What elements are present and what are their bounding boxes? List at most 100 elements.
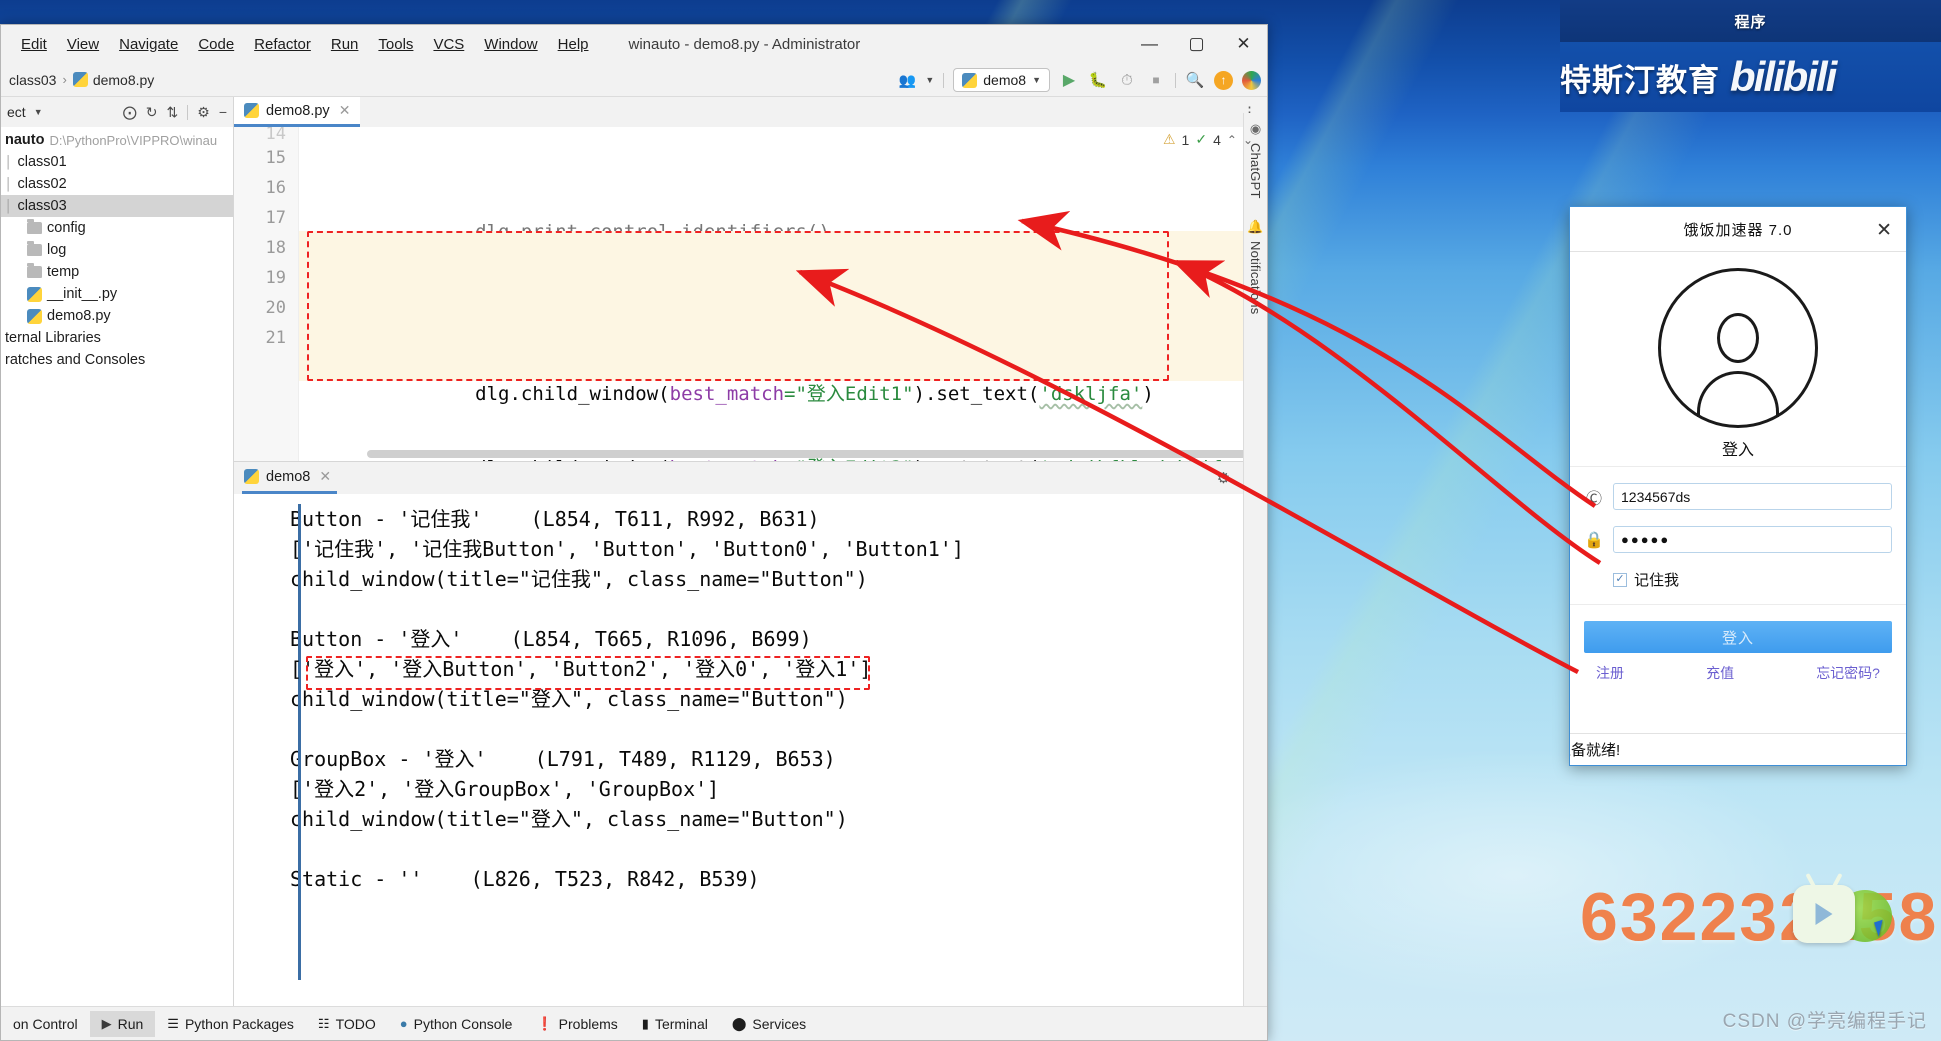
project-tree[interactable]: nauto D:\PythonPro\VIPPRO\winau │ class0… [1,127,233,1006]
bell-icon[interactable]: 🔔 [1247,219,1263,235]
dialog-links: 注册 充值 忘记密码? [1584,653,1892,683]
status-item-terminal[interactable]: ▮ Terminal [630,1011,720,1037]
user-icon[interactable]: 👥 [899,72,916,89]
tree-item-init-py[interactable]: __init__.py [1,283,233,305]
close-icon[interactable]: ✕ [1876,219,1892,242]
ide-status-bar: on Control ▶ Run ☰ Python Packages ☷ TOD… [1,1006,1267,1040]
debug-icon[interactable]: 🐛 [1088,71,1108,89]
breadcrumb-folder[interactable]: class03 [9,72,56,88]
dialog-status-bar: 准备就绪! [1570,733,1906,765]
username-input[interactable]: 1234567ds [1613,483,1892,510]
chevron-down-icon[interactable]: ▼ [925,75,934,85]
folder-icon [27,222,42,234]
right-tool-strip: ◉ ChatGPT 🔔 Notifications [1243,113,1267,1006]
menu-edit[interactable]: Edit [11,32,57,57]
tree-item-label: log [47,242,66,258]
status-item-python-console[interactable]: ● Python Console [388,1011,525,1037]
minimize-icon[interactable]: − [219,104,227,120]
code-editor[interactable]: 14 15 16 17 18 19 20 21 dlg.print_contro… [234,127,1267,461]
tree-item-log[interactable]: log [1,239,233,261]
chevron-down-icon[interactable]: ▼ [34,107,43,117]
inspection-widget[interactable]: ⚠ 1 ✓ 4 ⌃ ⌄ [1163,131,1253,148]
menu-view-label: View [67,36,99,53]
chevron-down-icon[interactable]: ⌄ [1243,133,1253,147]
remember-me-row[interactable]: ✓ 记住我 [1584,569,1892,590]
collapse-icon[interactable]: ↻ [146,104,158,121]
menu-vcs[interactable]: VCS [423,32,474,57]
tree-item-root[interactable]: nauto D:\PythonPro\VIPPRO\winau [1,129,233,151]
terminal-icon: ▮ [642,1016,649,1032]
menu-view[interactable]: View [57,32,109,57]
menu-code[interactable]: Code [188,32,244,57]
packages-icon: ☰ [167,1016,179,1032]
stop-icon[interactable]: ■ [1146,73,1166,87]
editor-tab-strip: demo8.py ✕ ⋮ [234,97,1267,127]
menu-navigate[interactable]: Navigate [109,32,188,57]
login-dialog-window[interactable]: 饿饭加速器 7.0 ✕ 登入 Ⓒ 1234567ds 🔒 ●●●●● ✓ 记住我 [1569,206,1907,766]
menu-tools[interactable]: Tools [368,32,423,57]
recharge-link[interactable]: 充值 [1706,663,1734,683]
code-token-string: 'dskljfa' [1039,383,1142,405]
search-icon[interactable]: 🔍 [1185,71,1205,89]
console-line [234,594,1267,624]
tab-demo8-py[interactable]: demo8.py ✕ [234,97,360,127]
tree-item-external-libraries[interactable]: ternal Libraries [1,327,233,349]
menu-help[interactable]: Help [548,32,599,57]
tool-tab-chatgpt[interactable]: ChatGPT [1248,143,1263,199]
browser-icon[interactable] [1242,71,1261,90]
menu-run[interactable]: Run [321,32,369,57]
tree-item-label: ternal Libraries [5,330,101,346]
tree-item-config[interactable]: config [1,217,233,239]
expand-icon[interactable]: ⇅ [167,104,179,121]
register-link[interactable]: 注册 [1596,663,1624,683]
breadcrumb-file[interactable]: demo8.py [73,72,154,88]
run-icon[interactable]: ▶ [1059,70,1079,90]
tree-root-path: D:\PythonPro\VIPPRO\winau [49,133,217,148]
tree-item-class01[interactable]: │ class01 [1,151,233,173]
password-input[interactable]: ●●●●● [1613,526,1892,553]
bilibili-logo: bilibili [1730,56,1835,98]
remember-me-checkbox[interactable]: ✓ [1613,573,1627,587]
update-icon[interactable]: ↑ [1214,71,1233,90]
status-item-version-control[interactable]: on Control [1,1011,90,1037]
close-icon[interactable]: ✕ [339,102,351,119]
locate-icon[interactable]: ⨀ [123,104,137,121]
code-token: dlg.child_window( [475,383,669,405]
tree-item-temp[interactable]: temp [1,261,233,283]
chevron-up-icon[interactable]: ⌃ [1227,133,1237,147]
tree-item-demo8-py[interactable]: demo8.py [1,305,233,327]
settings-icon[interactable]: ⚙ [197,104,210,121]
close-icon[interactable]: ✕ [319,468,331,485]
editor-horizontal-scrollbar[interactable] [367,450,1267,458]
minimize-button[interactable]: — [1126,25,1173,63]
tree-item-class03[interactable]: │ class03 [1,195,233,217]
python-config-icon [962,73,977,88]
at-icon: Ⓒ [1584,485,1604,509]
menu-help-label: Help [558,36,589,53]
menu-run-label: Run [331,36,359,53]
status-item-python-packages[interactable]: ☰ Python Packages [155,1011,306,1037]
line-number: 15 [234,143,298,173]
forgot-password-link[interactable]: 忘记密码? [1816,663,1880,683]
status-item-todo[interactable]: ☷ TODO [306,1011,388,1037]
console-header: demo8 ✕ ⚙ − [234,462,1267,494]
code-text-area[interactable]: dlg.print_control_identifiers() dlg.chil… [299,127,1267,461]
tree-item-class02[interactable]: │ class02 [1,173,233,195]
login-button[interactable]: 登入 [1584,621,1892,653]
settings-icon[interactable]: ⚙ [1217,469,1230,487]
coverage-icon[interactable]: ⏱ [1117,72,1137,89]
menu-window[interactable]: Window [474,32,547,57]
menu-refactor[interactable]: Refactor [244,32,321,57]
run-configuration-selector[interactable]: demo8 ▼ [953,68,1050,92]
status-item-run[interactable]: ▶ Run [90,1011,156,1037]
console-tab-demo8[interactable]: demo8 ✕ [242,462,337,494]
python-file-icon [244,469,259,484]
status-item-problems[interactable]: ❗ Problems [524,1011,629,1037]
tree-item-scratches[interactable]: ratches and Consoles [1,349,233,371]
status-item-services[interactable]: ⬤ Services [720,1011,818,1037]
maximize-button[interactable]: ▢ [1173,25,1220,63]
tool-tab-notifications[interactable]: Notifications [1248,241,1263,314]
close-button[interactable]: ✕ [1220,25,1267,63]
console-output[interactable]: Button - '记住我' (L854, T611, R992, B631) … [234,494,1267,1006]
code-token: ).set_text( [914,383,1040,405]
